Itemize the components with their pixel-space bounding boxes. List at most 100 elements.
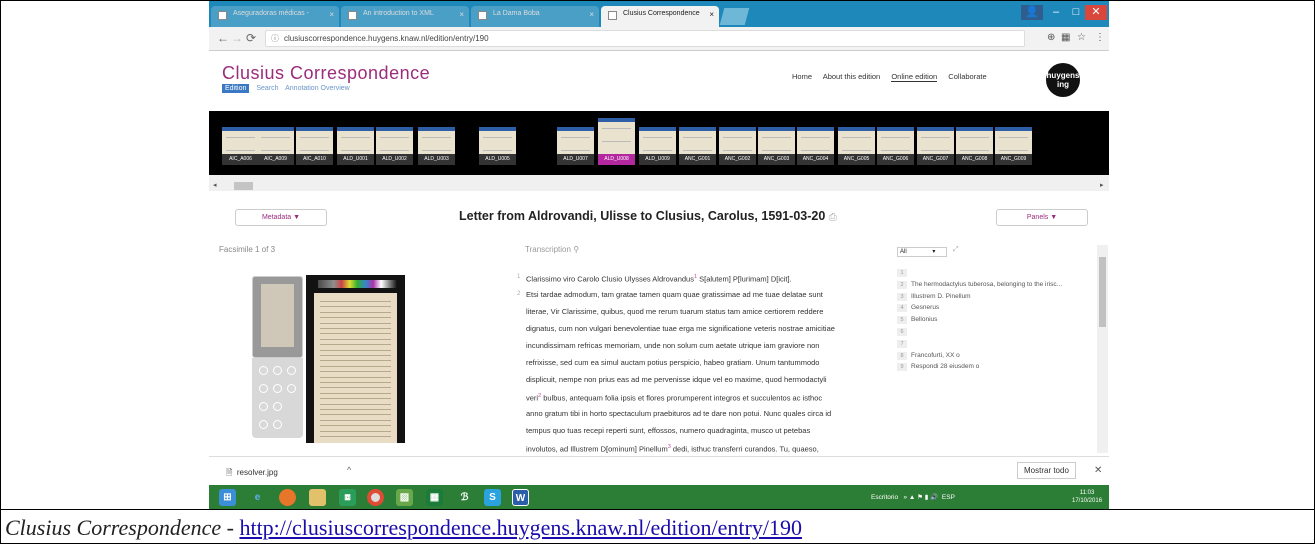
subnav-edition[interactable]: Edition	[222, 84, 250, 93]
calculator-icon[interactable]: ▦	[426, 489, 443, 506]
annotation-note[interactable]: 4 Gesnerus	[897, 304, 939, 313]
thumbnail[interactable]: AIC_A010	[296, 127, 333, 165]
pan-icon[interactable]	[259, 420, 268, 429]
thumbnail[interactable]: ANC_G004	[797, 127, 834, 165]
thumbnail[interactable]: ANC_G001	[679, 127, 716, 165]
thumbnail[interactable]: ANC_G005	[838, 127, 875, 165]
paint-icon[interactable]: ▨	[396, 489, 413, 506]
search-icon[interactable]: ⚲	[573, 245, 579, 254]
scroll-right-icon[interactable]: ▸	[1100, 181, 1104, 189]
tab-clusius[interactable]: Clusius Correspondence ×	[601, 6, 719, 27]
close-tab-icon[interactable]: ×	[709, 10, 714, 19]
thumbnail[interactable]: ANC_G008	[956, 127, 993, 165]
site-brand[interactable]: Clusius Correspondence	[222, 63, 430, 84]
scroll-left-icon[interactable]: ◂	[213, 181, 217, 189]
start-icon[interactable]: ⊞	[219, 489, 236, 506]
annotation-note[interactable]: 6	[897, 328, 911, 336]
thumbnail[interactable]: ALD_U008	[598, 118, 635, 165]
language-indicator[interactable]: ESP	[942, 494, 955, 501]
nav-about[interactable]: About this edition	[823, 72, 881, 81]
annotation-note[interactable]: 8 Francofurti, XX o	[897, 351, 960, 360]
store-icon[interactable]: ⧈	[339, 489, 356, 506]
close-tab-icon[interactable]: ×	[329, 10, 334, 19]
word-icon[interactable]: W	[512, 489, 529, 506]
tab-aseguradoras[interactable]: Aseguradoras médicas - ×	[211, 6, 339, 27]
thumbnail[interactable]: ALD_U007	[557, 127, 594, 165]
thumbnail-scrollbar[interactable]: ◂ ▸	[209, 175, 1109, 191]
forward-icon[interactable]: →	[231, 31, 243, 45]
scrollbar-thumb[interactable]	[1099, 257, 1106, 327]
close-window-button[interactable]: ✕	[1085, 5, 1107, 20]
thumbnail[interactable]: ANC_G006	[877, 127, 914, 165]
expand-icon[interactable]: ⤢	[953, 246, 959, 254]
close-icon[interactable]: ✕	[1094, 465, 1102, 476]
annotation-note[interactable]: 3 Illustrem D. Pinellum	[897, 292, 971, 301]
tab-xml-intro[interactable]: An introduction to XML ×	[341, 6, 469, 27]
annotation-note[interactable]: 2 The hermodactylus tuberosa, belonging t…	[897, 280, 1062, 289]
home-icon[interactable]	[287, 366, 296, 375]
tray-label[interactable]: Escritorio	[871, 494, 898, 501]
close-tab-icon[interactable]: ×	[459, 10, 464, 19]
fullscreen-icon[interactable]	[287, 384, 296, 393]
maximize-button[interactable]: □	[1065, 5, 1087, 20]
zoom-out-icon[interactable]	[273, 366, 282, 375]
show-all-button[interactable]: Mostrar todo	[1017, 462, 1076, 479]
skype-folder-icon[interactable]: ℬ	[456, 489, 473, 506]
thumbnail[interactable]: ALD_U009	[639, 127, 676, 165]
thumbnail[interactable]: ANC_G007	[917, 127, 954, 165]
scrollbar-thumb[interactable]	[234, 182, 253, 190]
menu-icon[interactable]: ⋮	[1095, 32, 1105, 43]
nav-home[interactable]: Home	[792, 72, 812, 81]
ie-icon[interactable]: e	[249, 489, 266, 506]
previous-page-icon[interactable]	[259, 402, 268, 411]
annotation-note[interactable]: 7	[897, 339, 911, 348]
vertical-scrollbar[interactable]	[1097, 245, 1108, 453]
download-item[interactable]: 🗎 resolver.jpg	[226, 467, 278, 481]
chevron-up-icon[interactable]: ^	[347, 465, 351, 475]
chrome-icon[interactable]	[367, 489, 384, 506]
back-icon[interactable]: ←	[217, 31, 229, 45]
facsimile-image[interactable]	[306, 275, 405, 443]
thumbnail[interactable]: ANC_G002	[719, 127, 756, 165]
rotate-right-icon[interactable]	[273, 384, 282, 393]
zoom-in-icon[interactable]	[259, 366, 268, 375]
thumbnail[interactable]: ANC_G003	[758, 127, 795, 165]
next-page-icon[interactable]	[273, 402, 282, 411]
annotation-note[interactable]: 5 Bellonius	[897, 316, 937, 325]
profile-icon[interactable]: 👤	[1021, 5, 1043, 20]
nav-online-edition[interactable]: Online edition	[891, 72, 938, 82]
close-tab-icon[interactable]: ×	[589, 10, 594, 19]
translate-icon[interactable]: ▦	[1061, 32, 1070, 43]
minimize-button[interactable]: –	[1045, 5, 1067, 20]
thumbnail[interactable]: ALD_U001	[337, 127, 374, 165]
skype-icon[interactable]: S	[484, 489, 501, 506]
new-tab-button[interactable]	[719, 8, 750, 25]
thumbnail[interactable]: ANC_G009	[995, 127, 1032, 165]
thumbnail[interactable]: ALD_U005	[479, 127, 516, 165]
caption-link[interactable]: http://clusiuscorrespondence.huygens.kna…	[239, 515, 802, 540]
rotate-left-icon[interactable]	[259, 384, 268, 393]
metadata-button[interactable]: Metadata ▼	[235, 209, 327, 226]
panels-button[interactable]: Panels ▼	[996, 209, 1088, 226]
tab-dama-boba[interactable]: La Dama Boba ×	[471, 6, 599, 27]
subnav-search[interactable]: Search	[256, 85, 278, 92]
reset-icon[interactable]	[273, 420, 282, 429]
firefox-icon[interactable]	[279, 489, 296, 506]
thumbnail[interactable]: ALD_U003	[418, 127, 455, 165]
file-explorer-icon[interactable]	[309, 489, 326, 506]
notes-filter-select[interactable]: All ▾	[897, 247, 947, 257]
facsimile-navigator[interactable]	[252, 276, 303, 358]
thumbnail[interactable]: ALD_U002	[376, 127, 413, 165]
subnav-annotation-overview[interactable]: Annotation Overview	[285, 85, 350, 92]
annotation-note[interactable]: 1	[897, 269, 911, 277]
url-field[interactable]: ⓘ clusiuscorrespondence.huygens.knaw.nl/e…	[265, 30, 1025, 47]
thumbnail[interactable]: AIC_A009	[257, 127, 294, 165]
clock[interactable]: 11:03 17/10/2016	[1072, 489, 1102, 505]
reload-icon[interactable]: ⟳	[246, 31, 256, 45]
bookmark-star-icon[interactable]: ☆	[1077, 32, 1086, 43]
thumbnail[interactable]: AIC_A006	[222, 127, 259, 165]
nav-collaborate[interactable]: Collaborate	[948, 72, 986, 81]
annotation-note[interactable]: 9 Respondi 28 eiusdem o	[897, 363, 979, 372]
print-icon[interactable]: ⎙	[829, 212, 837, 223]
zoom-icon[interactable]: ⊕	[1047, 32, 1055, 43]
